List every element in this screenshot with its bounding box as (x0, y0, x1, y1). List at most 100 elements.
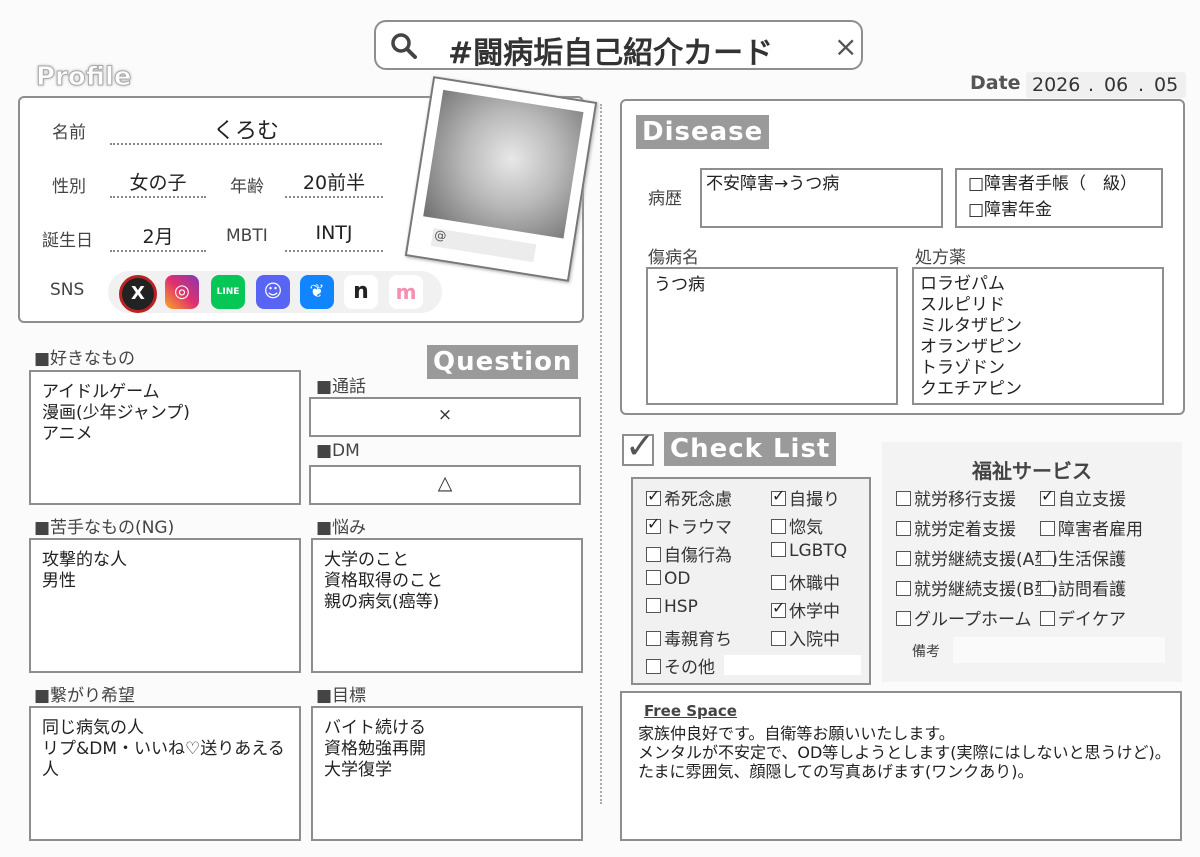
checkbox-checklist-4[interactable]: 自傷行為 (646, 541, 732, 566)
checkbox-mark[interactable] (646, 598, 661, 613)
checkbox-welfare-9[interactable]: デイケア (1040, 605, 1126, 630)
date-field: 2026 . 06 . 05 (1026, 72, 1186, 98)
checkbox-mark[interactable] (1040, 486, 1055, 506)
checkbox-label: 入院中 (789, 630, 840, 650)
mbti-value: INTJ (285, 222, 383, 252)
checkbox-welfare-5[interactable]: 生活保護 (1040, 545, 1126, 570)
checkbox-mark[interactable] (646, 514, 661, 534)
techo-check[interactable]: □障害者手帳（ 級） (968, 174, 1137, 195)
note-icon[interactable]: n (344, 275, 378, 309)
worries-label: ■悩み (316, 518, 367, 538)
checkbox-label: トラウマ (664, 518, 732, 538)
checkbox-label: 希死念慮 (664, 490, 732, 510)
checkbox-checklist-1[interactable]: 自撮り (771, 485, 840, 510)
checkbox-checklist-9[interactable]: 休学中 (771, 597, 840, 622)
checkbox-checklist-10[interactable]: 毒親育ち (646, 625, 732, 650)
date-sep: . (1088, 74, 1095, 96)
checkbox-mark[interactable] (896, 521, 911, 536)
checkbox-mark[interactable] (771, 631, 786, 646)
checkbox-label: 惚気 (789, 518, 823, 538)
checkbox-mark[interactable] (896, 611, 911, 626)
checkbox-welfare-1[interactable]: 自立支援 (1040, 485, 1126, 510)
welfare-title: 福祉サービス (972, 459, 1092, 483)
discord-icon[interactable]: ☺ (256, 275, 290, 309)
checkbox-label: OD (664, 569, 691, 589)
checklist-checkbox-icon: ✓ (622, 426, 655, 467)
checkbox-welfare-0[interactable]: 就労移行支援 (896, 485, 1016, 510)
checkbox-mark[interactable] (896, 551, 911, 566)
other-input[interactable] (724, 655, 861, 675)
checkbox-checklist-8[interactable]: HSP (646, 597, 698, 617)
checkbox-checklist-11[interactable]: 入院中 (771, 625, 840, 650)
checkbox-welfare-3[interactable]: 障害者雇用 (1040, 515, 1143, 540)
checkbox-mark[interactable] (771, 486, 786, 506)
note-input[interactable] (953, 637, 1165, 663)
checkbox-label: 生活保護 (1058, 550, 1126, 570)
checkbox-checklist-2[interactable]: トラウマ (646, 513, 732, 538)
close-icon[interactable]: × (834, 30, 857, 63)
search-icon (391, 33, 417, 59)
checkbox-mark[interactable] (646, 631, 661, 646)
checkbox-mark[interactable] (1040, 581, 1055, 596)
checkbox-label: 障害者雇用 (1058, 520, 1143, 540)
checkbox-checklist-0[interactable]: 希死念慮 (646, 485, 732, 510)
checkbox-mark[interactable] (1040, 521, 1055, 536)
checkbox-checklist-12[interactable]: その他 (646, 653, 715, 678)
checkbox-mark[interactable] (646, 486, 661, 506)
bluesky-icon[interactable]: ❦ (300, 275, 334, 309)
note-label: 備考 (912, 644, 940, 660)
divider (600, 104, 602, 804)
checkbox-welfare-4[interactable]: 就労継続支援(A型) (896, 545, 1058, 570)
checkbox-label: 就労定着支援 (914, 520, 1016, 540)
profile-badge: Profile (36, 62, 133, 93)
name-label: 名前 (52, 123, 86, 143)
checkbox-label: 就労移行支援 (914, 490, 1016, 510)
x-icon[interactable]: X (119, 275, 157, 313)
birthday-value: 2月 (110, 222, 206, 252)
name-value: くろむ (110, 113, 382, 145)
goals-text: バイト続ける 資格勉強再開 大学復学 (324, 718, 426, 780)
date-label: Date (970, 72, 1021, 94)
checkbox-mark[interactable] (646, 547, 661, 562)
likes-label: ■好きなもの (34, 349, 136, 369)
age-label: 年齢 (230, 177, 264, 197)
connect-text: 同じ病気の人 リプ&DM・いいね♡送りあえる人 (42, 718, 285, 780)
checkbox-welfare-2[interactable]: 就労定着支援 (896, 515, 1016, 540)
checkbox-welfare-7[interactable]: 訪問看護 (1040, 575, 1126, 600)
birthday-label: 誕生日 (42, 231, 93, 251)
checkbox-checklist-6[interactable]: OD (646, 569, 690, 589)
checkbox-mark[interactable] (771, 519, 786, 534)
checkbox-label: 自撮り (789, 490, 840, 510)
line-icon[interactable]: LINE (211, 275, 245, 309)
checklist-badge: Check List (664, 432, 837, 466)
checkbox-checklist-7[interactable]: 休職中 (771, 569, 840, 594)
checkbox-mark[interactable] (896, 581, 911, 596)
marshmallow-icon[interactable]: m (389, 275, 423, 309)
checkbox-mark[interactable] (771, 598, 786, 618)
checkbox-checklist-5[interactable]: LGBTQ (771, 541, 847, 561)
instagram-icon[interactable]: ◎ (165, 275, 199, 309)
checkbox-mark[interactable] (896, 491, 911, 506)
checkbox-mark[interactable] (646, 659, 661, 674)
dislikes-text: 攻撃的な人 男性 (42, 550, 127, 591)
checkbox-mark[interactable] (1040, 611, 1055, 626)
checkbox-label: 自立支援 (1058, 490, 1126, 510)
photo-caption: @ (433, 227, 448, 244)
dislikes-label: ■苦手なもの(NG) (34, 518, 175, 538)
disease-name-label: 傷病名 (648, 248, 699, 268)
checkbox-welfare-8[interactable]: グループホーム (896, 605, 1031, 630)
checkbox-checklist-3[interactable]: 惚気 (771, 513, 823, 538)
checkbox-label: 休学中 (789, 602, 840, 622)
checkbox-mark[interactable] (646, 570, 661, 585)
disease-badge: Disease (636, 115, 770, 149)
checkbox-mark[interactable] (771, 575, 786, 590)
checkbox-mark[interactable] (1040, 551, 1055, 566)
search-bar[interactable]: #闘病垢自己紹介カード × (374, 20, 863, 71)
checkbox-welfare-6[interactable]: 就労継続支援(B型) (896, 575, 1058, 600)
date-sep: . (1138, 74, 1145, 96)
checkbox-label: 訪問看護 (1058, 580, 1126, 600)
nenkin-check[interactable]: □障害年金 (968, 200, 1052, 221)
photo-caption-field: @ (430, 227, 537, 263)
checkbox-mark[interactable] (771, 542, 786, 557)
checkbox-label: 自傷行為 (664, 546, 732, 566)
